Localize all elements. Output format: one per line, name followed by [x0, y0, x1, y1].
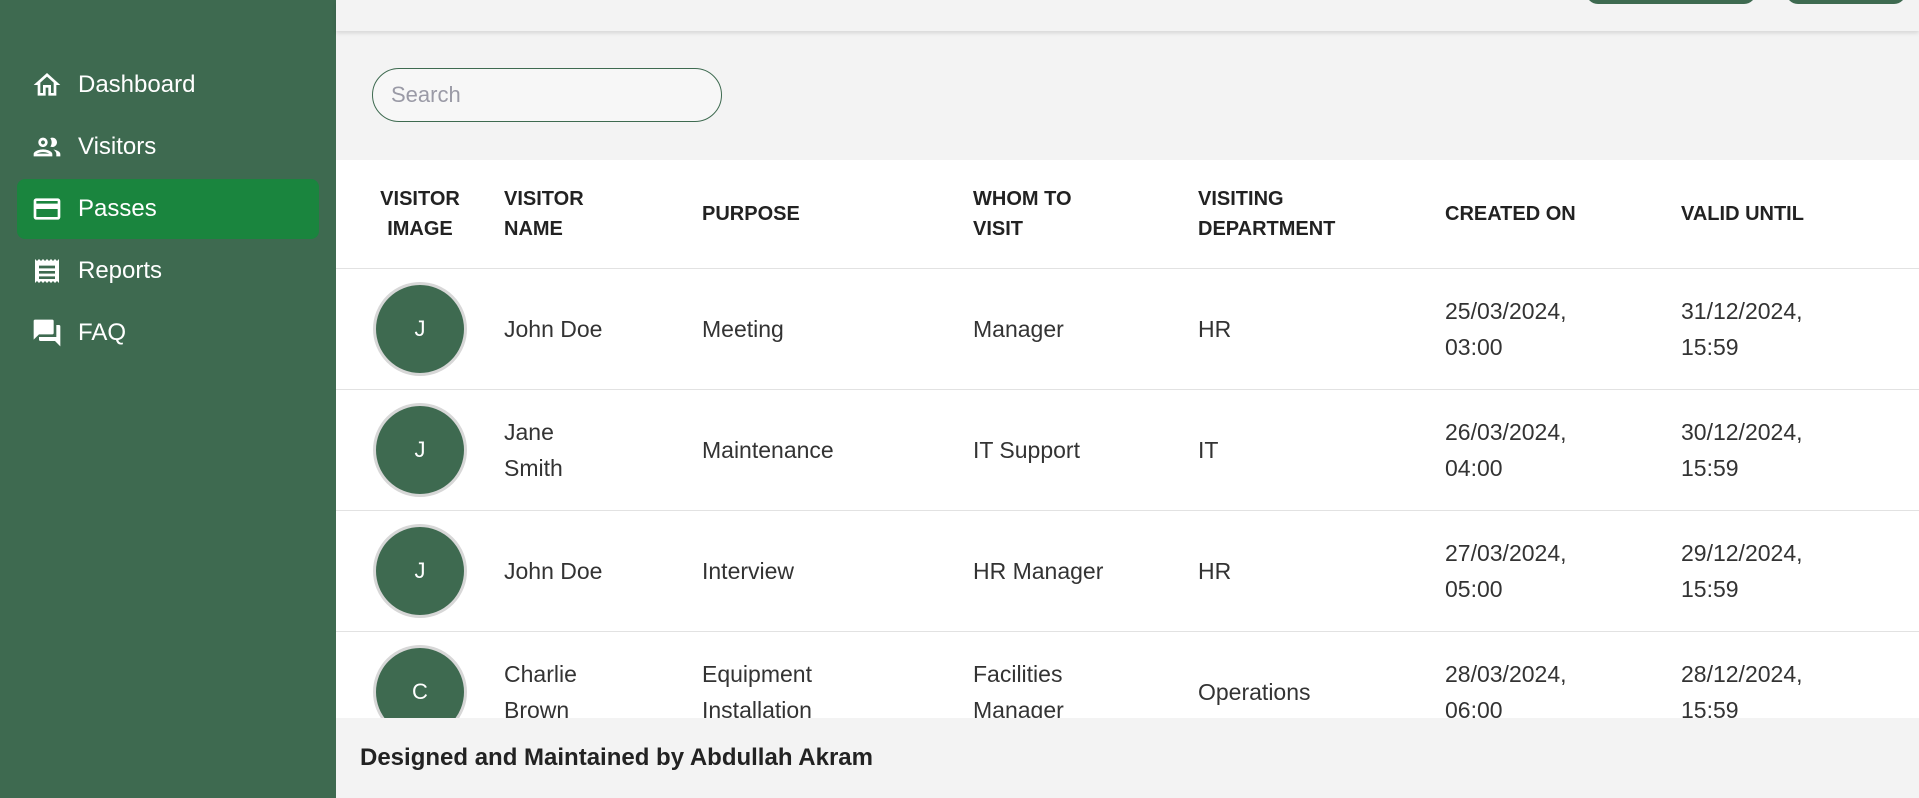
column-header-created-on: CREATED ON: [1445, 203, 1576, 225]
visiting-department: HR: [1198, 268, 1445, 390]
visitor-name: John Doe: [504, 510, 702, 632]
sidebar-item-label: Passes: [78, 195, 157, 222]
passes-table-container: VISITOR IMAGE VISITOR NAME PURPOSE WHOM …: [336, 160, 1919, 718]
whom-to-visit: Facilities Manager: [973, 661, 1064, 718]
table-header-row: VISITOR IMAGE VISITOR NAME PURPOSE WHOM …: [336, 160, 1919, 269]
top-bar: [336, 0, 1919, 31]
top-button-secondary[interactable]: [1786, 0, 1906, 4]
column-header-purpose: PURPOSE: [702, 203, 800, 225]
sidebar-item-label: FAQ: [78, 319, 127, 346]
created-on: 28/03/2024, 06:00: [1445, 661, 1567, 718]
column-header-visitor-image: VISITOR IMAGE: [380, 188, 460, 240]
sidebar-item-visitors[interactable]: Visitors: [17, 117, 319, 177]
created-on: 25/03/2024, 03:00: [1445, 298, 1567, 360]
purpose: Equipment Installation: [702, 661, 812, 718]
visiting-department: IT: [1198, 389, 1445, 511]
whom-to-visit: IT Support: [973, 389, 1198, 511]
sidebar-item-passes[interactable]: Passes: [17, 179, 319, 239]
sidebar-item-label: Visitors: [78, 133, 157, 160]
table-row[interactable]: J Jane Smith Maintenance IT Support IT 2…: [336, 389, 1919, 511]
purpose: Interview: [702, 510, 973, 632]
avatar: J: [373, 524, 467, 618]
visitor-name: Jane Smith: [504, 419, 563, 481]
sidebar-item-dashboard[interactable]: Dashboard: [17, 55, 319, 115]
sidebar-item-label: Dashboard: [78, 71, 196, 98]
whom-to-visit: HR Manager: [973, 510, 1198, 632]
avatar: J: [373, 403, 467, 497]
people-icon: [31, 131, 63, 163]
column-header-visitor-name: VISITOR NAME: [504, 188, 584, 240]
valid-until: 30/12/2024, 15:59: [1681, 419, 1803, 481]
column-header-valid-until: VALID UNTIL: [1681, 203, 1804, 225]
sidebar-nav: Dashboard Visitors Passes Reports FAQ: [17, 55, 319, 365]
chat-icon: [31, 317, 63, 349]
visiting-department: HR: [1198, 510, 1445, 632]
sidebar: Dashboard Visitors Passes Reports FAQ: [0, 0, 336, 798]
top-button-primary[interactable]: [1586, 0, 1756, 4]
sidebar-item-reports[interactable]: Reports: [17, 241, 319, 301]
visitor-name: Charlie Brown: [504, 661, 577, 718]
footer-text: Designed and Maintained by Abdullah Akra…: [360, 744, 873, 771]
valid-until: 31/12/2024, 15:59: [1681, 298, 1803, 360]
created-on: 27/03/2024, 05:00: [1445, 540, 1567, 602]
visitor-name: John Doe: [504, 268, 702, 390]
valid-until: 29/12/2024, 15:59: [1681, 540, 1803, 602]
receipt-icon: [31, 255, 63, 287]
search-input[interactable]: [372, 68, 722, 122]
sidebar-item-faq[interactable]: FAQ: [17, 303, 319, 363]
whom-to-visit: Manager: [973, 268, 1198, 390]
avatar: J: [373, 282, 467, 376]
column-header-visiting-department: VISITING DEPARTMENT: [1198, 188, 1336, 240]
purpose: Maintenance: [702, 389, 973, 511]
table-row[interactable]: C Charlie Brown Equipment Installation F…: [336, 631, 1919, 718]
created-on: 26/03/2024, 04:00: [1445, 419, 1567, 481]
purpose: Meeting: [702, 268, 973, 390]
sidebar-item-label: Reports: [78, 257, 163, 284]
footer: Designed and Maintained by Abdullah Akra…: [336, 718, 1919, 798]
table-row[interactable]: J John Doe Meeting Manager HR 25/03/2024…: [336, 268, 1919, 390]
passes-table: VISITOR IMAGE VISITOR NAME PURPOSE WHOM …: [336, 160, 1919, 718]
table-row[interactable]: J John Doe Interview HR Manager HR 27/03…: [336, 510, 1919, 632]
avatar: C: [373, 645, 467, 718]
valid-until: 28/12/2024, 15:59: [1681, 661, 1803, 718]
card-icon: [31, 193, 63, 225]
visiting-department: Operations: [1198, 631, 1445, 718]
column-header-whom-to-visit: WHOM TO VISIT: [973, 188, 1072, 240]
home-icon: [31, 69, 63, 101]
